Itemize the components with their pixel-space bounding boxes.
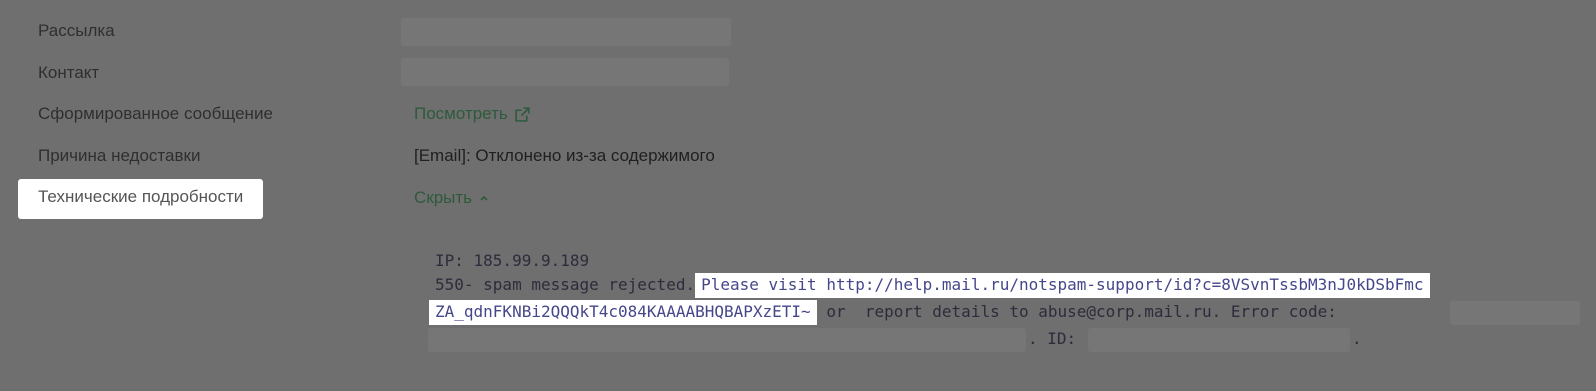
redacted-error-code <box>1450 301 1580 325</box>
id-label: . ID: <box>1028 329 1077 348</box>
label-mailing: Рассылка <box>38 21 115 40</box>
redacted-contact-value <box>401 58 729 86</box>
delivery-reason-value: [Email]: Отклонено из-за содержимого <box>414 146 715 165</box>
label-delivery-reason: Причина недоставки <box>38 146 201 165</box>
redacted-error-detail <box>428 328 1026 352</box>
redacted-mailing-value <box>401 18 731 46</box>
error-line-2: ZA_qdnFKNBi2QQQkT4c084KAAAABHQBAPXzETI~ … <box>429 300 1337 325</box>
report-text: or report details to abuse@corp.mail.ru.… <box>816 302 1337 321</box>
view-message-label: Посмотреть <box>414 104 508 123</box>
ip-line: IP: 185.99.9.189 <box>435 251 590 270</box>
support-url-part-1: Please visit http://help.mail.ru/notspam… <box>695 273 1430 298</box>
support-url-part-2: ZA_qdnFKNBi2QQQkT4c084KAAAABHQBAPXzETI~ <box>429 300 817 325</box>
chevron-up-icon <box>478 192 490 204</box>
view-message-link[interactable]: Посмотреть <box>414 104 531 124</box>
error-line-1: 550- spam message rejected. Please visit … <box>435 273 1430 298</box>
redacted-id <box>1088 328 1350 352</box>
id-end: . <box>1352 329 1362 348</box>
details-panel: Рассылка Контакт Сформированное сообщени… <box>0 0 1596 391</box>
label-contact: Контакт <box>38 63 100 82</box>
hide-details-label: Скрыть <box>414 188 473 207</box>
external-link-icon <box>514 106 531 123</box>
hide-details-toggle[interactable]: Скрыть <box>414 188 490 208</box>
error-prefix: 550- spam message rejected. <box>435 275 696 294</box>
label-technical-details: Технические подробности <box>18 179 264 219</box>
label-formed-message: Сформированное сообщение <box>38 104 273 123</box>
